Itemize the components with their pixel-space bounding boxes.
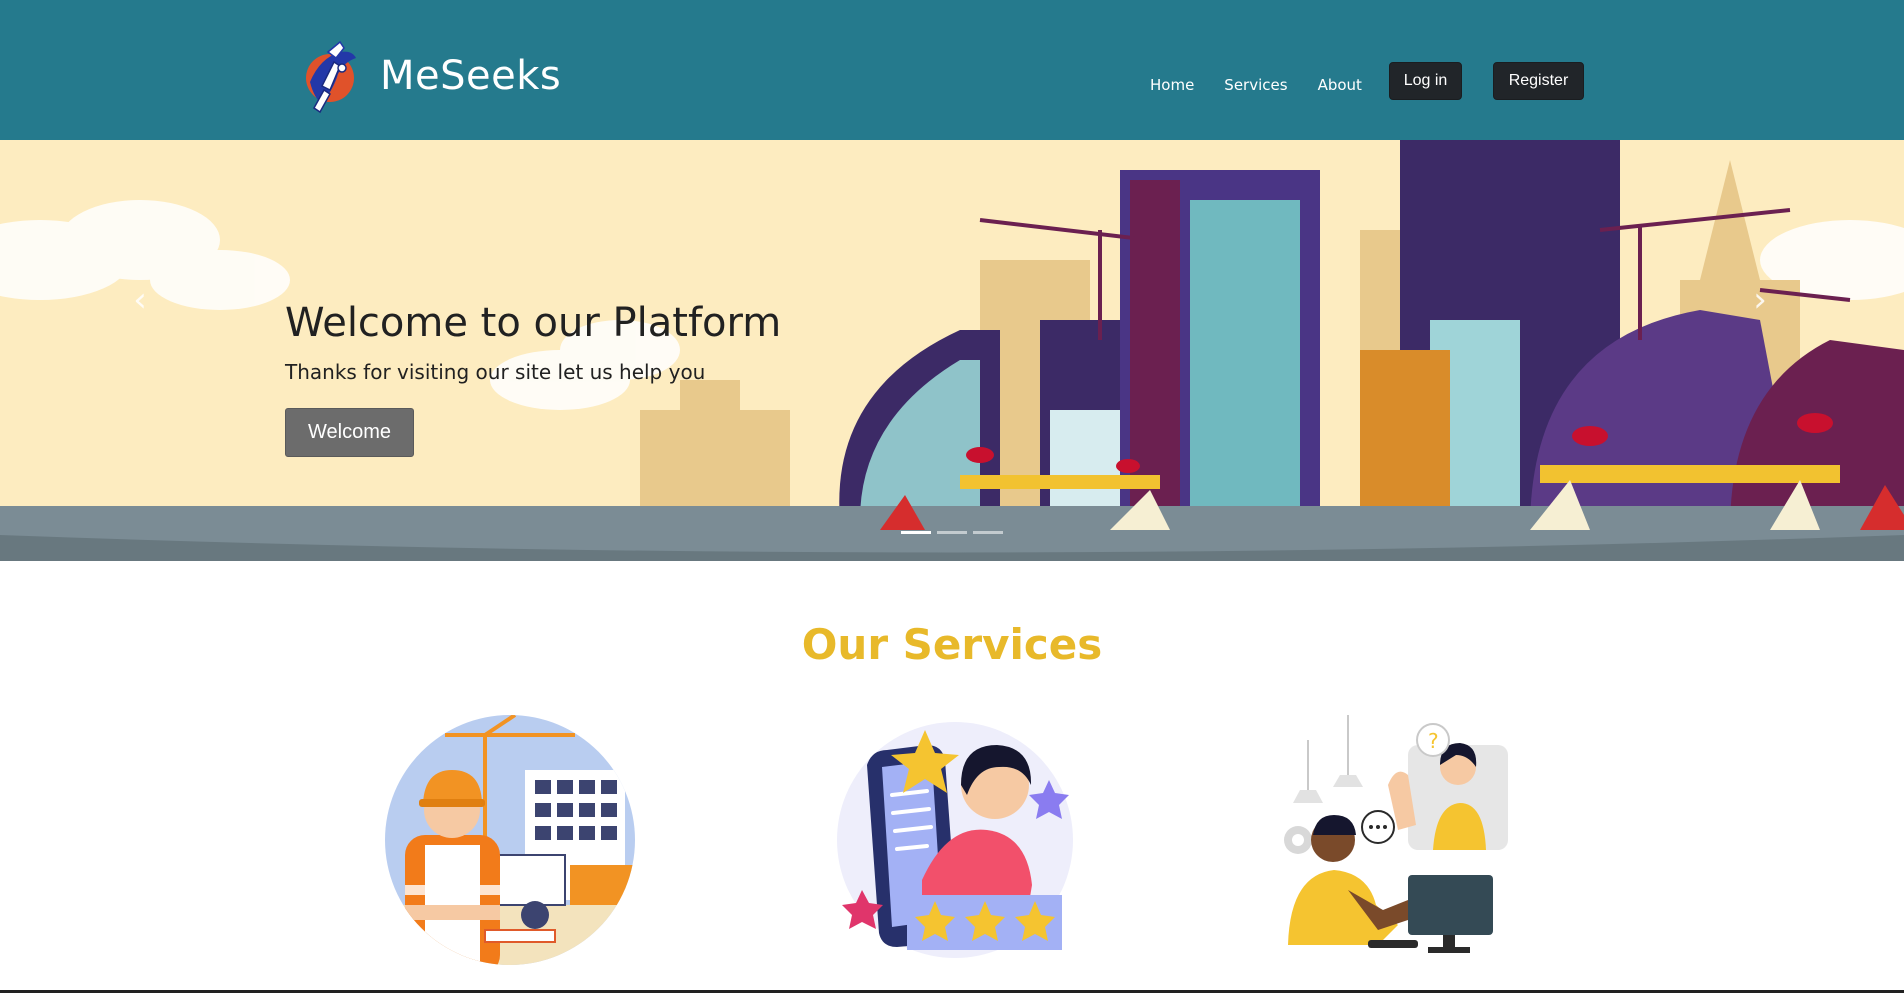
svg-text:?: ? [1428,729,1439,753]
chevron-left-icon: ‹ [133,280,147,320]
chevron-right-icon: › [1753,280,1767,320]
carousel-indicators [901,531,1003,534]
nav-link-about[interactable]: About [1318,76,1362,94]
carousel-prev-button[interactable]: ‹ [120,280,160,320]
welcome-button[interactable]: Welcome [285,408,414,457]
carousel-indicator-1[interactable] [901,531,931,534]
phone-rating-illustration[interactable] [827,715,1077,965]
construction-worker-illustration[interactable] [385,715,635,965]
customer-support-illustration[interactable]: ? [1268,715,1518,965]
carousel-next-button[interactable]: › [1740,280,1780,320]
brand-logo-icon [306,40,356,114]
navbar: MeSeeks Home Services About Log in Regis… [0,0,1904,140]
hero-caption: Welcome to our Platform Thanks for visit… [285,300,781,384]
login-button[interactable]: Log in [1389,62,1462,100]
brand[interactable]: MeSeeks [300,38,561,114]
hero-carousel: Welcome to our Platform Thanks for visit… [0,140,1904,561]
carousel-indicator-3[interactable] [973,531,1003,534]
hero-title: Welcome to our Platform [285,300,782,346]
register-button[interactable]: Register [1493,62,1584,100]
nav-links: Home Services About [1150,76,1392,94]
nav-link-services[interactable]: Services [1224,76,1287,94]
nav-link-home[interactable]: Home [1150,76,1194,94]
brand-name: MeSeeks [380,53,562,99]
carousel-indicator-2[interactable] [937,531,967,534]
services-title: Our Services [801,620,1103,669]
hero-subtitle: Thanks for visiting our site let us help… [285,360,706,384]
